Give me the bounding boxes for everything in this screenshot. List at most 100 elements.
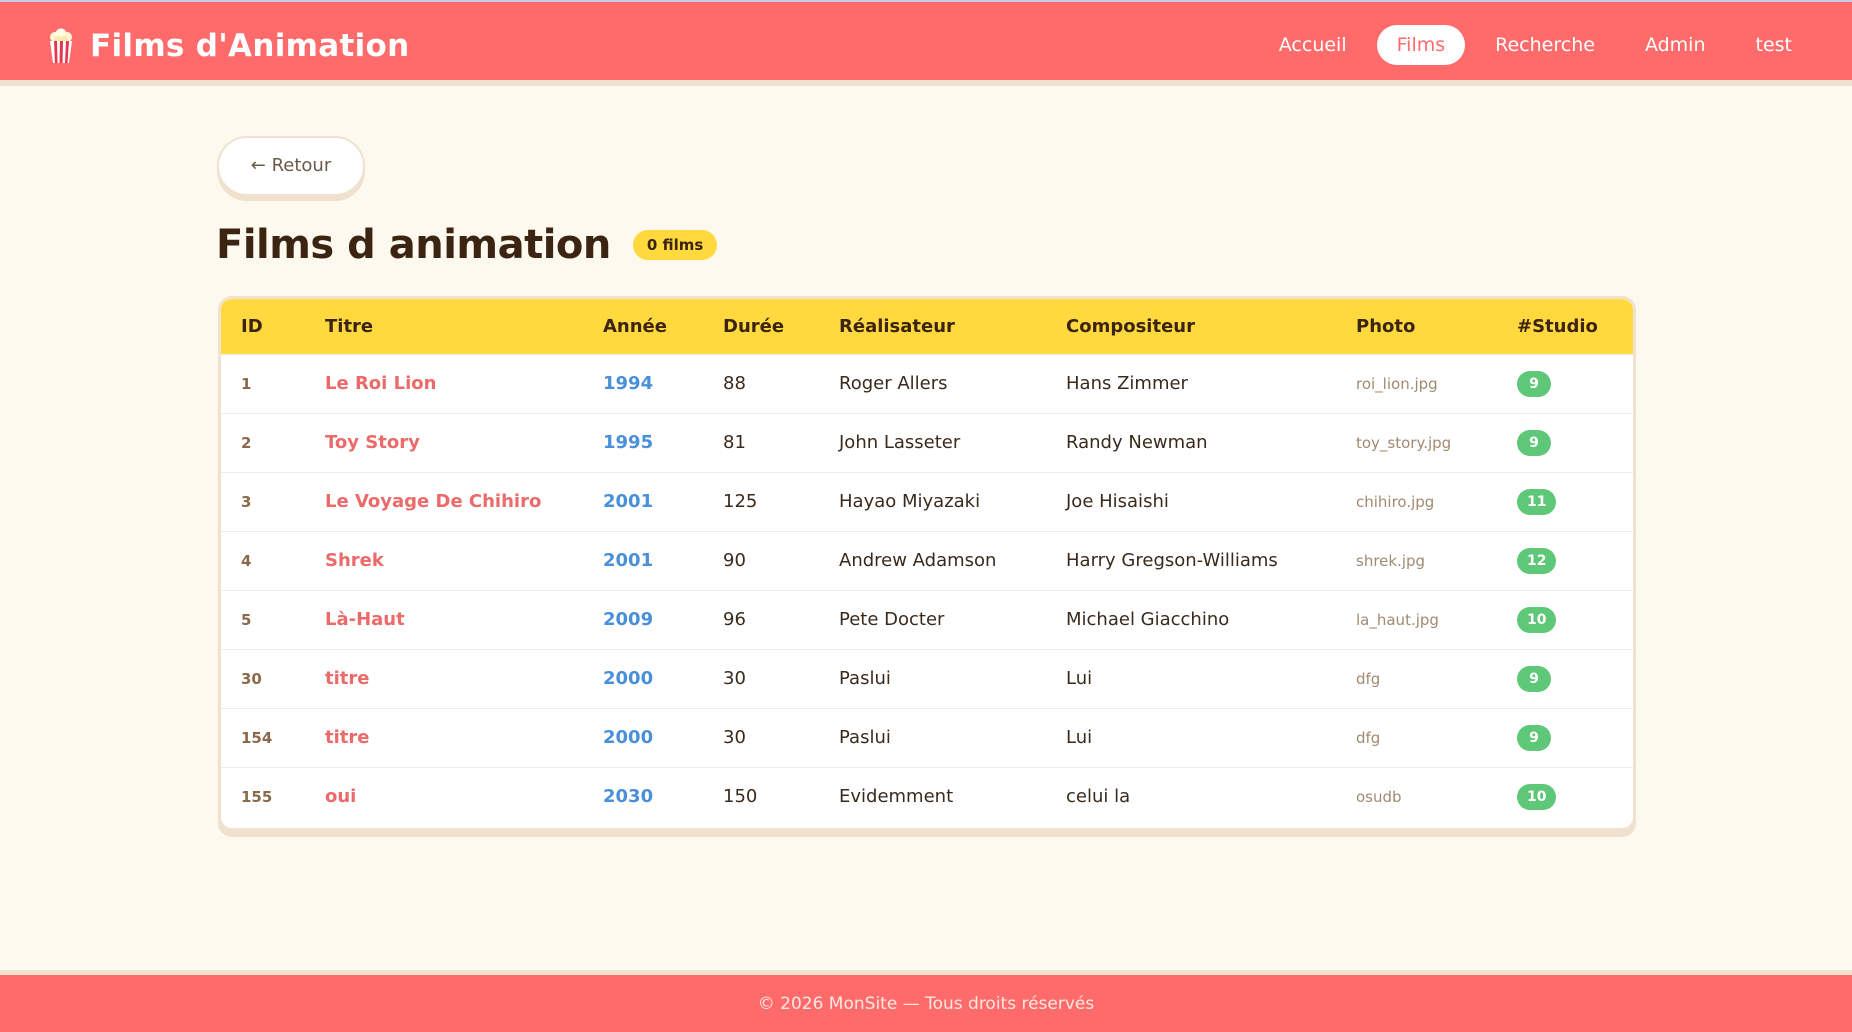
- cell-id: 3: [241, 492, 252, 511]
- page-title: Films d animation: [216, 222, 611, 268]
- cell-id: 1: [241, 374, 252, 393]
- top-navbar: Films d'Animation Accueil Films Recherch…: [0, 0, 1852, 86]
- cell-duree: 30: [723, 668, 746, 689]
- film-year-link[interactable]: 1994: [583, 354, 703, 413]
- studio-badge: 9: [1517, 429, 1551, 456]
- film-year-link[interactable]: 2001: [583, 472, 703, 531]
- column-header-annee[interactable]: Année: [583, 299, 703, 354]
- cell-studio: 9: [1497, 649, 1633, 708]
- studio-badge: 11: [1517, 488, 1557, 515]
- film-title-link[interactable]: Là-Haut: [305, 590, 583, 649]
- cell-compositeur: Randy Newman: [1066, 432, 1208, 453]
- cell-id: 155: [241, 787, 273, 806]
- brand[interactable]: Films d'Animation: [46, 26, 409, 66]
- footer-text: © 2026 MonSite — Tous droits réservés: [757, 994, 1095, 1014]
- table-row: 30 titre 2000 30 Paslui Lui dfg 9: [221, 649, 1633, 708]
- table-row: 155 oui 2030 150 Evidemment celui la osu…: [221, 767, 1633, 826]
- back-button[interactable]: ← Retour: [217, 136, 365, 196]
- cell-id: 5: [241, 610, 252, 629]
- column-header-realisateur[interactable]: Réalisateur: [819, 299, 1046, 354]
- cell-compositeur: Michael Giacchino: [1066, 609, 1230, 630]
- column-header-studio[interactable]: #Studio: [1497, 299, 1633, 354]
- cell-duree: 88: [723, 373, 746, 394]
- column-header-id[interactable]: ID: [221, 299, 305, 354]
- film-year-link[interactable]: 2000: [583, 708, 703, 767]
- table-row: 154 titre 2000 30 Paslui Lui dfg 9: [221, 708, 1633, 767]
- cell-duree: 125: [723, 491, 758, 512]
- cell-duree: 96: [723, 609, 746, 630]
- film-year-link[interactable]: 2030: [583, 767, 703, 826]
- studio-badge: 10: [1517, 606, 1557, 633]
- cell-compositeur: celui la: [1066, 786, 1131, 808]
- cell-photo: roi_lion.jpg: [1356, 374, 1438, 393]
- cell-compositeur: Joe Hisaishi: [1066, 491, 1169, 512]
- cell-photo: dfg: [1356, 669, 1381, 688]
- page-heading: Films d animation 0 films: [216, 222, 718, 268]
- column-header-duree[interactable]: Durée: [703, 299, 819, 354]
- nav-item-test[interactable]: test: [1736, 25, 1813, 65]
- page-footer: © 2026 MonSite — Tous droits réservés: [0, 970, 1852, 1032]
- cell-duree: 30: [723, 727, 746, 748]
- cell-id: 154: [241, 728, 273, 747]
- cell-studio: 11: [1497, 472, 1633, 531]
- table-row: 2 Toy Story 1995 81 John Lasseter Randy …: [221, 413, 1633, 472]
- table-row: 4 Shrek 2001 90 Andrew Adamson Harry Gre…: [221, 531, 1633, 590]
- film-title-link[interactable]: oui: [305, 767, 583, 826]
- cell-photo: osudb: [1356, 787, 1402, 806]
- films-table-container: ID Titre Année Durée Réalisateur Composi…: [218, 296, 1636, 831]
- studio-badge: 12: [1517, 547, 1557, 574]
- popcorn-icon: [46, 28, 76, 64]
- cell-id: 30: [241, 669, 262, 688]
- film-title-link[interactable]: Le Voyage De Chihiro: [305, 472, 583, 531]
- film-title-link[interactable]: titre: [305, 649, 583, 708]
- cell-photo: la_haut.jpg: [1356, 610, 1439, 629]
- cell-compositeur: Lui: [1066, 727, 1093, 748]
- studio-badge: 9: [1517, 665, 1551, 692]
- cell-duree: 81: [723, 432, 746, 453]
- studio-badge: 10: [1517, 783, 1557, 810]
- cell-realisateur: Pete Docter: [839, 609, 945, 630]
- film-title-link[interactable]: Toy Story: [305, 413, 583, 472]
- films-table: ID Titre Année Durée Réalisateur Composi…: [221, 299, 1633, 826]
- cell-realisateur: John Lasseter: [839, 432, 961, 453]
- table-header-row: ID Titre Année Durée Réalisateur Composi…: [221, 299, 1633, 354]
- cell-compositeur: Lui: [1066, 668, 1093, 689]
- nav-item-films[interactable]: Films: [1376, 25, 1466, 65]
- cell-photo: dfg: [1356, 728, 1381, 747]
- film-year-link[interactable]: 2000: [583, 649, 703, 708]
- cell-studio: 12: [1497, 531, 1633, 590]
- cell-realisateur: Paslui: [839, 727, 891, 748]
- studio-badge: 9: [1517, 724, 1551, 751]
- cell-realisateur: Roger Allers: [839, 373, 948, 394]
- film-year-link[interactable]: 2009: [583, 590, 703, 649]
- film-title-link[interactable]: titre: [305, 708, 583, 767]
- column-header-compositeur[interactable]: Compositeur: [1046, 299, 1336, 354]
- film-year-link[interactable]: 1995: [583, 413, 703, 472]
- cell-studio: 9: [1497, 413, 1633, 472]
- cell-studio: 10: [1497, 590, 1633, 649]
- cell-compositeur: Harry Gregson-Williams: [1066, 550, 1278, 571]
- cell-id: 2: [241, 433, 252, 452]
- cell-photo: shrek.jpg: [1356, 551, 1426, 570]
- column-header-titre[interactable]: Titre: [305, 299, 583, 354]
- film-title-link[interactable]: Le Roi Lion: [305, 354, 583, 413]
- cell-photo: chihiro.jpg: [1356, 492, 1435, 511]
- column-header-photo[interactable]: Photo: [1336, 299, 1497, 354]
- nav-item-admin[interactable]: Admin: [1625, 25, 1726, 65]
- table-row: 5 Là-Haut 2009 96 Pete Docter Michael Gi…: [221, 590, 1633, 649]
- nav-item-recherche[interactable]: Recherche: [1475, 25, 1615, 65]
- cell-compositeur: Hans Zimmer: [1066, 373, 1188, 394]
- cell-id: 4: [241, 551, 252, 570]
- cell-duree: 90: [723, 550, 746, 571]
- studio-badge: 9: [1517, 370, 1551, 397]
- cell-photo: toy_story.jpg: [1356, 433, 1452, 452]
- film-title-link[interactable]: Shrek: [305, 531, 583, 590]
- film-count-badge: 0 films: [632, 230, 718, 260]
- cell-studio: 10: [1497, 767, 1633, 826]
- film-year-link[interactable]: 2001: [583, 531, 703, 590]
- cell-studio: 9: [1497, 354, 1633, 413]
- cell-duree: 150: [723, 786, 758, 808]
- nav-item-accueil[interactable]: Accueil: [1259, 25, 1367, 65]
- cell-realisateur: Andrew Adamson: [839, 550, 997, 571]
- cell-studio: 9: [1497, 708, 1633, 767]
